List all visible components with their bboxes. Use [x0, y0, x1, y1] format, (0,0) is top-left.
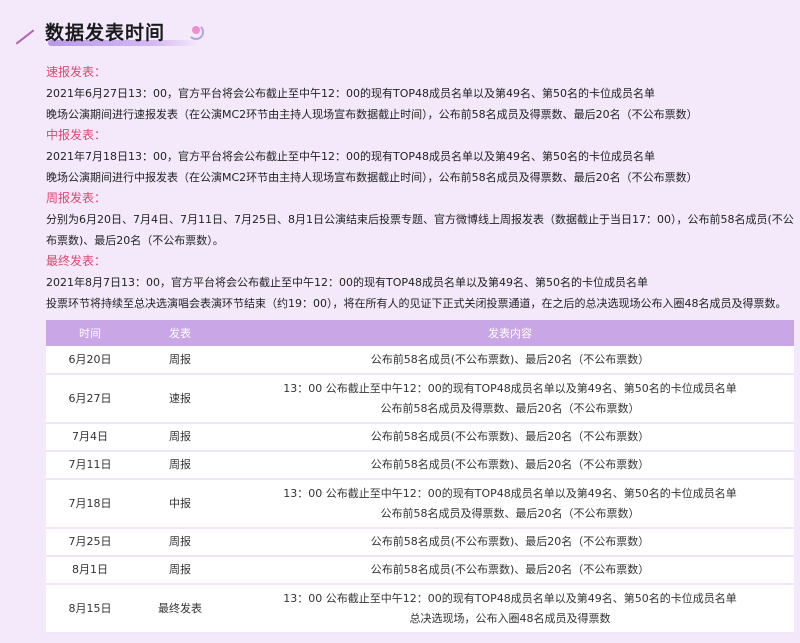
cell-content: 公布前58名成员(不公布票数)、最后20名（不公布票数） — [226, 528, 794, 557]
section-text: 投票环节将持续至总决选演唱会表演环节结束（约19：00），将在所有人的见证下正式… — [46, 297, 787, 310]
cell-content: 13：00 公布截止至中午12：00的现有TOP48成员名单以及第49名、第50… — [226, 479, 794, 529]
content-line: 公布前58名成员(不公布票数)、最后20名（不公布票数） — [370, 352, 650, 366]
cell-content: 公布前58名成员(不公布票数)、最后20名（不公布票数） — [226, 346, 794, 375]
cell-date: 7月4日 — [46, 423, 134, 452]
cell-content: 13：00 公布截止至中午12：00的现有TOP48成员名单以及第49名、第50… — [226, 584, 794, 634]
sparkle-icon — [188, 24, 204, 40]
cell-type: 周报 — [134, 423, 226, 452]
content-line: 公布前58名成员及得票数、最后20名（不公布票数） — [380, 401, 640, 415]
content-line: 13：00 公布截止至中午12：00的现有TOP48成员名单以及第49名、第50… — [283, 591, 737, 605]
content-line: 公布前58名成员(不公布票数)、最后20名（不公布票数） — [370, 430, 650, 443]
header-date: 时间 — [46, 320, 134, 346]
cell-date: 6月20日 — [46, 346, 134, 375]
cell-type: 周报 — [134, 556, 226, 585]
content-line: 公布前58名成员及得票数、最后20名（不公布票数） — [380, 506, 640, 520]
section-text: 2021年7月18日13：00，官方平台将会公布截止至中午12：00的现有TOP… — [46, 150, 655, 163]
section-text: 分别为6月20日、7月4日、7月11日、7月25日、8月1日公演结束后投票专题、… — [46, 213, 794, 247]
cell-type: 周报 — [134, 346, 226, 375]
title-slash-decoration — [15, 29, 35, 45]
cell-date: 6月27日 — [46, 374, 134, 424]
page-title: 数据发表时间 — [45, 22, 166, 44]
cell-date: 8月15日 — [46, 584, 134, 634]
cell-date: 7月18日 — [46, 479, 134, 529]
section-text: 晚场公演期间进行速报发表（在公演MC2环节由主持人现场宣布数据截止时间），公布前… — [46, 108, 698, 121]
section-label-final: 最终发表： — [46, 254, 107, 268]
schedule-table: 时间 发表 发表内容 6月20日 周报 公布前58名成员(不公布票数)、最后20… — [46, 320, 794, 634]
header-content: 发表内容 — [226, 320, 794, 346]
cell-content: 公布前58名成员(不公布票数)、最后20名（不公布票数） — [226, 451, 794, 480]
cell-date: 7月25日 — [46, 528, 134, 557]
cell-type: 最终发表 — [134, 584, 226, 634]
cell-content: 13：00 公布截止至中午12：00的现有TOP48成员名单以及第49名、第50… — [226, 374, 794, 424]
cell-type: 周报 — [134, 451, 226, 480]
section-label-mid: 中报发表： — [46, 128, 107, 142]
cell-content: 公布前58名成员(不公布票数)、最后20名（不公布票数） — [226, 556, 794, 585]
schedule-table-container: 时间 发表 发表内容 6月20日 周报 公布前58名成员(不公布票数)、最后20… — [46, 320, 794, 634]
announcement-sections: 速报发表： 2021年6月27日13：00，官方平台将会公布截止至中午12：00… — [46, 62, 794, 314]
section-text: 晚场公演期间进行中报发表（在公演MC2环节由主持人现场宣布数据截止时间），公布前… — [46, 171, 698, 184]
content-line: 公布前58名成员(不公布票数)、最后20名（不公布票数） — [370, 458, 650, 471]
section-label-quick: 速报发表： — [46, 65, 107, 79]
cell-content: 公布前58名成员(不公布票数)、最后20名（不公布票数） — [226, 423, 794, 452]
cell-date: 8月1日 — [46, 556, 134, 585]
content-line: 13：00 公布截止至中午12：00的现有TOP48成员名单以及第49名、第50… — [283, 486, 737, 500]
table-row: 6月20日 周报 公布前58名成员(不公布票数)、最后20名（不公布票数） — [46, 346, 794, 375]
table-header-row: 时间 发表 发表内容 — [46, 320, 794, 346]
content-line: 公布前58名成员(不公布票数)、最后20名（不公布票数） — [370, 563, 650, 576]
section-label-weekly: 周报发表： — [46, 191, 107, 205]
content-line: 13：00 公布截止至中午12：00的现有TOP48成员名单以及第49名、第50… — [283, 381, 737, 395]
cell-type: 中报 — [134, 479, 226, 529]
table-row: 7月4日 周报 公布前58名成员(不公布票数)、最后20名（不公布票数） — [46, 423, 794, 452]
content-line: 公布前58名成员(不公布票数)、最后20名（不公布票数） — [370, 535, 650, 548]
table-row: 7月11日 周报 公布前58名成员(不公布票数)、最后20名（不公布票数） — [46, 451, 794, 480]
section-text: 2021年6月27日13：00，官方平台将会公布截止至中午12：00的现有TOP… — [46, 87, 655, 100]
table-row: 6月27日 速报 13：00 公布截止至中午12：00的现有TOP48成员名单以… — [46, 374, 794, 424]
table-row: 8月1日 周报 公布前58名成员(不公布票数)、最后20名（不公布票数） — [46, 556, 794, 585]
header-type: 发表 — [134, 320, 226, 346]
page-header: 数据发表时间 — [10, 14, 210, 54]
content-line: 总决选现场，公布入圈48名成员及得票数 — [409, 611, 611, 625]
table-row: 7月18日 中报 13：00 公布截止至中午12：00的现有TOP48成员名单以… — [46, 479, 794, 529]
cell-type: 周报 — [134, 528, 226, 557]
table-row: 7月25日 周报 公布前58名成员(不公布票数)、最后20名（不公布票数） — [46, 528, 794, 557]
cell-type: 速报 — [134, 374, 226, 424]
cell-date: 7月11日 — [46, 451, 134, 480]
section-text: 2021年8月7日13：00，官方平台将会公布截止至中午12：00的现有TOP4… — [46, 276, 648, 289]
table-row: 8月15日 最终发表 13：00 公布截止至中午12：00的现有TOP48成员名… — [46, 584, 794, 634]
